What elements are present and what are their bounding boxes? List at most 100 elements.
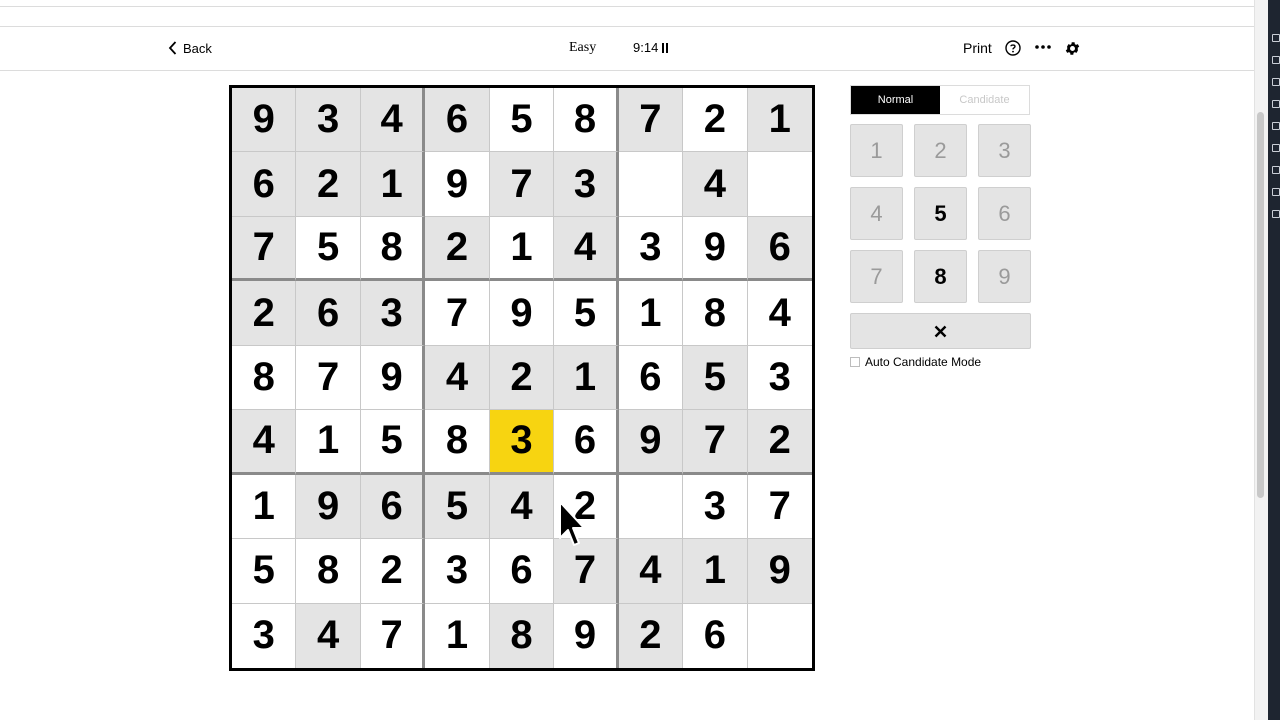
sudoku-cell[interactable]: 2	[425, 216, 490, 282]
sudoku-cell[interactable]: 8	[360, 216, 426, 282]
sudoku-cell[interactable]: 5	[489, 88, 555, 153]
sudoku-cell[interactable]: 9	[554, 603, 619, 668]
sudoku-cell[interactable]	[747, 152, 812, 217]
sudoku-cell[interactable]: 2	[296, 152, 361, 217]
keypad-key-3[interactable]: 3	[978, 124, 1031, 177]
sudoku-cell[interactable]: 1	[296, 410, 361, 475]
sudoku-cell[interactable]: 2	[360, 539, 426, 604]
pause-icon[interactable]	[662, 42, 669, 53]
sudoku-cell[interactable]: 3	[232, 603, 297, 668]
gear-icon[interactable]	[1064, 40, 1081, 57]
sudoku-cell[interactable]: 6	[425, 88, 490, 153]
sudoku-cell[interactable]: 3	[296, 88, 361, 153]
sudoku-cell[interactable]: 1	[554, 345, 619, 411]
sudoku-cell[interactable]	[618, 474, 684, 540]
sudoku-cell[interactable]: 3	[425, 539, 490, 604]
sudoku-cell[interactable]: 7	[489, 152, 555, 217]
sudoku-cell[interactable]: 1	[489, 216, 555, 282]
sudoku-cell[interactable]: 5	[425, 474, 490, 540]
sudoku-cell[interactable]: 6	[554, 410, 619, 475]
sudoku-cell[interactable]: 9	[747, 539, 812, 604]
sudoku-cell[interactable]: 5	[296, 216, 361, 282]
sudoku-cell[interactable]: 2	[747, 410, 812, 475]
sudoku-cell[interactable]: 4	[554, 216, 619, 282]
sudoku-cell[interactable]: 7	[232, 216, 297, 282]
sudoku-cell[interactable]: 3	[489, 410, 555, 475]
auto-candidate-checkbox[interactable]	[850, 357, 860, 367]
sudoku-cell[interactable]: 8	[296, 539, 361, 604]
sudoku-cell[interactable]: 4	[360, 88, 426, 153]
keypad-key-8[interactable]: 8	[914, 250, 967, 303]
sudoku-cell[interactable]: 7	[296, 345, 361, 411]
sudoku-cell[interactable]: 8	[232, 345, 297, 411]
keypad-key-2[interactable]: 2	[914, 124, 967, 177]
sudoku-cell[interactable]: 8	[425, 410, 490, 475]
more-icon[interactable]	[1034, 40, 1052, 56]
sudoku-cell[interactable]: 9	[683, 216, 748, 282]
sudoku-cell[interactable]	[618, 152, 684, 217]
sudoku-cell[interactable]: 4	[296, 603, 361, 668]
sudoku-cell[interactable]: 8	[554, 88, 619, 153]
sudoku-cell[interactable]: 4	[747, 281, 812, 346]
sudoku-cell[interactable]: 2	[683, 88, 748, 153]
sudoku-cell[interactable]: 1	[747, 88, 812, 153]
sudoku-cell[interactable]: 3	[554, 152, 619, 217]
sudoku-cell[interactable]: 5	[554, 281, 619, 346]
sudoku-cell[interactable]: 7	[747, 475, 812, 540]
mode-candidate-button[interactable]: Candidate	[940, 86, 1029, 114]
keypad-key-6[interactable]: 6	[978, 187, 1031, 240]
help-icon[interactable]	[1005, 40, 1021, 56]
sudoku-cell[interactable]: 6	[618, 345, 684, 411]
sudoku-cell[interactable]: 5	[360, 410, 426, 475]
sudoku-cell[interactable]: 6	[489, 539, 555, 604]
sudoku-cell[interactable]: 7	[425, 281, 490, 346]
sudoku-cell[interactable]: 5	[683, 345, 748, 411]
sudoku-cell[interactable]: 1	[683, 539, 748, 604]
erase-button[interactable]	[850, 313, 1031, 349]
sudoku-cell[interactable]: 6	[296, 281, 361, 346]
sudoku-cell[interactable]: 9	[360, 345, 426, 411]
sudoku-cell[interactable]: 1	[618, 281, 684, 346]
sudoku-cell[interactable]: 2	[232, 281, 297, 346]
sudoku-cell[interactable]: 1	[232, 474, 297, 540]
keypad-key-4[interactable]: 4	[850, 187, 903, 240]
sudoku-cell[interactable]: 4	[425, 345, 490, 411]
sudoku-cell[interactable]: 7	[361, 603, 426, 668]
sudoku-cell[interactable]: 2	[554, 474, 619, 540]
sudoku-cell[interactable]: 5	[232, 539, 297, 604]
sudoku-cell[interactable]	[748, 604, 812, 668]
auto-candidate-toggle[interactable]: Auto Candidate Mode	[850, 355, 981, 369]
sudoku-cell[interactable]: 6	[747, 216, 812, 282]
sudoku-cell[interactable]: 1	[425, 603, 490, 668]
sudoku-cell[interactable]: 4	[489, 474, 555, 540]
sudoku-cell[interactable]: 2	[618, 603, 684, 668]
keypad-key-1[interactable]: 1	[850, 124, 903, 177]
back-button[interactable]: Back	[168, 38, 212, 58]
sudoku-cell[interactable]: 8	[489, 603, 555, 668]
sudoku-cell[interactable]: 9	[489, 281, 555, 346]
sudoku-cell[interactable]: 9	[232, 88, 297, 153]
sudoku-cell[interactable]: 7	[683, 410, 748, 475]
sudoku-cell[interactable]: 9	[618, 410, 684, 475]
sudoku-cell[interactable]: 4	[683, 152, 748, 217]
sudoku-cell[interactable]: 3	[618, 216, 684, 282]
sudoku-cell[interactable]: 4	[618, 539, 684, 604]
sudoku-cell[interactable]: 3	[683, 474, 748, 540]
sudoku-cell[interactable]: 9	[425, 152, 490, 217]
sudoku-cell[interactable]: 2	[489, 345, 555, 411]
sudoku-cell[interactable]: 9	[296, 474, 361, 540]
keypad-key-5[interactable]: 5	[914, 187, 967, 240]
sudoku-cell[interactable]: 7	[554, 539, 619, 604]
sudoku-cell[interactable]: 6	[683, 603, 748, 668]
sudoku-cell[interactable]: 8	[683, 281, 748, 346]
sudoku-cell[interactable]: 7	[618, 88, 684, 153]
print-button[interactable]: Print	[963, 40, 992, 56]
sudoku-cell[interactable]: 6	[232, 152, 297, 217]
scrollbar-thumb[interactable]	[1257, 112, 1264, 498]
keypad-key-7[interactable]: 7	[850, 250, 903, 303]
keypad-key-9[interactable]: 9	[978, 250, 1031, 303]
sudoku-cell[interactable]: 3	[747, 346, 812, 411]
mode-normal-button[interactable]: Normal	[851, 86, 940, 114]
sudoku-cell[interactable]: 6	[360, 474, 426, 540]
sudoku-cell[interactable]: 4	[232, 410, 297, 475]
